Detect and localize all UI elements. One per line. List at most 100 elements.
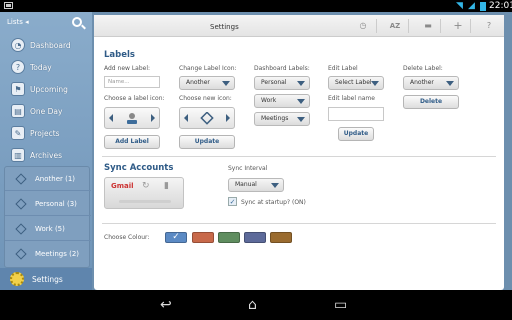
battery-icon [480,2,486,11]
system-nav-bar: ↩ ⌂ ▭ [0,290,512,320]
list-item-label: Work (5) [35,224,65,233]
section-divider [102,223,496,224]
chevron-down-icon [297,117,305,122]
select-value: Personal [261,79,287,86]
projects-icon: ✎ [11,126,25,140]
gear-icon [10,272,24,286]
select-value: Work [261,97,277,104]
sidebar-item-label: Upcoming [30,84,68,94]
new-icon-picker[interactable] [179,107,235,129]
edit-label-heading: Edit Label [328,65,358,72]
add-icon[interactable]: + [452,20,464,32]
toolbar: Settings ◷ AZ ▬ + ? [94,15,504,37]
person-icon [127,113,137,124]
change-label-select[interactable]: Another [179,76,235,90]
choose-colour-label: Choose Colour: [104,234,150,241]
sync-section-title: Sync Accounts [104,163,174,173]
toolbar-divider [470,19,471,33]
add-label-heading: Add new Label: [104,65,151,72]
sidebar-item-label: Projects [30,128,60,138]
select-value: Another [186,79,210,86]
chevron-down-icon [297,81,305,86]
sync-interval-heading: Sync Interval [228,165,268,172]
comment-icon[interactable]: ▬ [422,20,434,32]
sync-interval-select[interactable]: Manual [228,178,284,192]
status-bar: ◥ ◢ 22:01 [0,0,512,12]
colour-swatch-blue[interactable]: ✓ [165,232,187,243]
change-icon-heading: Change Label Icon: [179,65,237,72]
signal-icon: ◢ [468,1,475,11]
update-icon-button[interactable]: Update [179,135,235,149]
previous-icon[interactable] [109,114,113,122]
sidebar-item-dashboard[interactable]: ◔ Dashboard [0,34,92,56]
lists-menu-label[interactable]: Lists ◂ [7,18,29,26]
delete-label-select[interactable]: Another [403,76,459,90]
diamond-icon [200,112,214,125]
sidebar-list-another[interactable]: Another (1) [5,167,91,191]
dashboard-label-select-2[interactable]: Work [254,94,310,108]
colour-swatch-brown[interactable] [270,232,292,243]
label-diamond-icon [15,248,27,260]
label-diamond-icon [15,197,27,210]
sidebar-item-projects[interactable]: ✎ Projects [0,122,92,144]
select-value: Select Label [335,79,372,86]
edit-label-select[interactable]: Select Label [328,76,384,90]
sidebar-item-upcoming[interactable]: ⚑ Upcoming [0,78,92,100]
trash-icon[interactable]: ▮ [164,181,169,191]
select-value: Meetings [261,115,289,122]
sidebar-item-settings[interactable]: Settings [0,268,92,290]
chevron-down-icon [222,81,230,86]
home-button[interactable]: ⌂ [248,296,257,314]
edit-label-name-input[interactable] [328,107,384,121]
chevron-down-icon [271,183,279,188]
sidebar-list-personal[interactable]: Personal (3) [5,192,91,216]
list-item-label: Meetings (2) [35,250,80,258]
back-button[interactable]: ↩ [160,296,172,314]
select-value: Another [410,79,434,86]
labels-section-title: Labels [104,50,135,60]
dashboard-icon: ◔ [11,38,25,52]
sync-startup-checkbox[interactable]: ✓ [228,197,237,206]
previous-icon[interactable] [184,114,188,122]
today-icon: ? [11,60,25,74]
search-icon[interactable] [72,17,82,27]
delete-label-heading: Delete Label: [403,65,443,72]
sort-az-button[interactable]: AZ [389,20,401,32]
sync-progress-bar [119,200,171,203]
image-notification-icon [4,2,13,9]
select-value: Manual [235,181,257,188]
sidebar-list-meetings[interactable]: Meetings (2) [5,242,91,266]
sidebar-item-label: Settings [32,274,63,284]
help-icon[interactable]: ? [483,20,495,32]
sidebar-item-label: Dashboard [30,40,71,50]
colour-swatch-green[interactable] [218,232,240,243]
recent-apps-button[interactable]: ▭ [334,296,347,314]
add-label-button[interactable]: Add Label [104,135,160,149]
timer-icon[interactable]: ◷ [357,20,369,32]
upcoming-icon: ⚑ [11,82,25,96]
sidebar-item-one-day[interactable]: ▤ One Day [0,100,92,122]
dashboard-labels-heading: Dashboard Labels: [254,65,310,72]
choose-icon-heading: Choose a label icon: [104,95,165,102]
colour-swatch-indigo[interactable] [244,232,266,243]
colour-swatch-orange[interactable] [192,232,214,243]
edit-update-button[interactable]: Update [338,127,374,141]
label-icon-picker[interactable] [104,107,160,129]
sync-startup-label: Sync at startup? (ON) [241,199,306,206]
sidebar-header: Lists ◂ [0,12,92,36]
next-icon[interactable] [226,114,230,122]
gmail-account-widget[interactable]: Gmail ↻ ▮ [104,177,184,209]
chevron-down-icon [371,81,379,86]
delete-label-button[interactable]: Delete [403,95,459,109]
dashboard-label-select-3[interactable]: Meetings [254,112,310,126]
page-title: Settings [210,23,239,31]
refresh-icon[interactable]: ↻ [142,181,150,191]
dashboard-label-select-1[interactable]: Personal [254,76,310,90]
sidebar-item-archives[interactable]: ▥ Archives [0,144,92,166]
sidebar-list-work[interactable]: Work (5) [5,217,91,241]
next-icon[interactable] [151,114,155,122]
label-name-input[interactable]: Name... [104,76,160,88]
sidebar-item-today[interactable]: ? Today [0,56,92,78]
settings-panel: Settings ◷ AZ ▬ + ? Labels Add new Label… [94,15,504,290]
chevron-down-icon [297,99,305,104]
